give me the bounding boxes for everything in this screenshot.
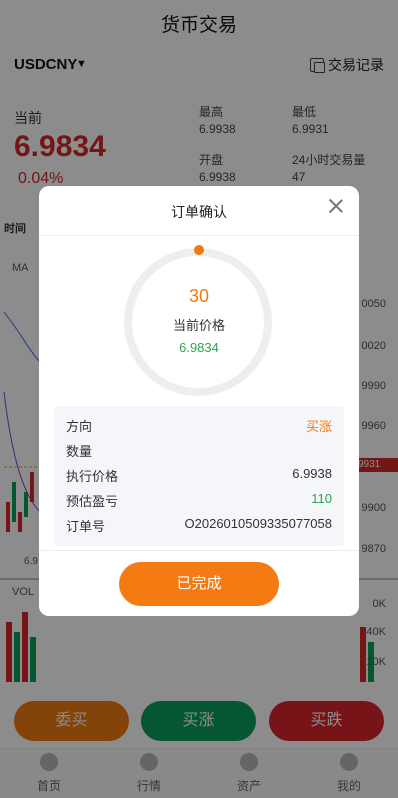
close-icon[interactable] bbox=[327, 197, 345, 215]
detail-key: 执行价格 bbox=[66, 469, 119, 484]
countdown-progress-dot bbox=[194, 245, 204, 255]
detail-row-exec-price: 执行价格 6.9938 bbox=[66, 466, 332, 486]
done-button[interactable]: 已完成 bbox=[119, 562, 279, 606]
dialog-title: 订单确认 bbox=[171, 204, 227, 220]
detail-value: 110 bbox=[311, 491, 332, 506]
detail-row-pnl: 预估盈亏 110 bbox=[66, 491, 332, 511]
detail-key: 方向 bbox=[66, 419, 93, 434]
divider bbox=[39, 235, 359, 236]
detail-key: 预估盈亏 bbox=[66, 494, 119, 509]
detail-row-direction: 方向 买涨 bbox=[66, 416, 332, 436]
current-price-value: 6.9834 bbox=[179, 340, 219, 355]
order-confirm-dialog: 订单确认 30 当前价格 6.9834 方向 买涨 数量 执行价格 6.9938… bbox=[39, 186, 359, 616]
detail-row-order-id: 订单号 O2026010509335077058 bbox=[66, 516, 332, 536]
current-price-label: 当前价格 bbox=[172, 318, 225, 333]
divider bbox=[39, 550, 359, 551]
detail-key: 数量 bbox=[66, 444, 93, 459]
order-details: 方向 买涨 数量 执行价格 6.9938 预估盈亏 110 订单号 O20260… bbox=[54, 406, 344, 546]
detail-value: O2026010509335077058 bbox=[184, 516, 332, 531]
detail-key: 订单号 bbox=[66, 519, 106, 534]
countdown-seconds: 30 bbox=[188, 286, 210, 306]
detail-row-quantity: 数量 bbox=[66, 441, 332, 461]
detail-value: 买涨 bbox=[305, 419, 332, 434]
detail-value: 6.9938 bbox=[292, 466, 332, 481]
